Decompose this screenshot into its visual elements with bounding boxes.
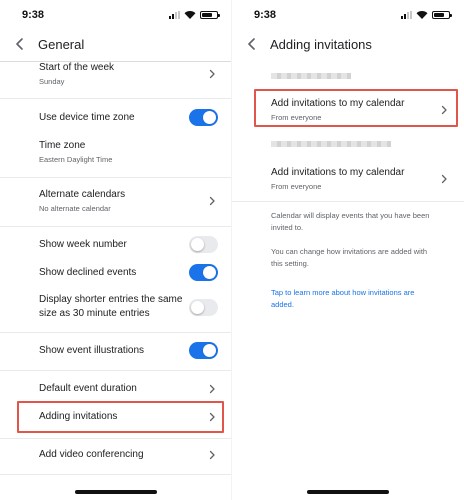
- divider: [0, 177, 232, 178]
- redacted-account-label: [271, 73, 351, 79]
- option-label: Add invitations to my calendar: [271, 167, 405, 178]
- home-indicator: [307, 490, 389, 494]
- wifi-icon: [184, 11, 196, 19]
- chevron-right-icon: [209, 450, 215, 460]
- setting-alternate-calendars[interactable]: Alternate calendars No alternate calenda…: [0, 187, 232, 219]
- adding-invitations-screen: 9:38 Adding invitations Add invitations …: [232, 0, 464, 500]
- chevron-right-icon: [209, 196, 215, 206]
- info-note-1-line2: invited to.: [271, 223, 304, 232]
- back-arrow-icon[interactable]: [244, 36, 260, 52]
- divider: [0, 226, 232, 227]
- battery-icon: [200, 10, 220, 19]
- page-title: Adding invitations: [270, 37, 372, 52]
- highlight-box: [254, 89, 458, 127]
- info-note-1: Calendar will display events that you ha…: [271, 210, 450, 234]
- setting-value: Sunday: [39, 77, 65, 86]
- setting-label: Time zone: [39, 140, 86, 151]
- setting-label: Add video conferencing: [39, 449, 144, 460]
- chevron-right-icon: [209, 384, 215, 394]
- info-note-2-line2: this setting.: [271, 259, 309, 268]
- divider: [0, 474, 232, 475]
- status-bar: 9:38: [0, 0, 232, 28]
- setting-time-zone[interactable]: Time zone Eastern Daylight Time: [0, 138, 232, 168]
- redacted-account-label: [271, 141, 391, 147]
- setting-use-device-time-zone[interactable]: Use device time zone: [0, 106, 232, 130]
- chevron-right-icon: [441, 174, 447, 184]
- setting-label: Default event duration: [39, 383, 137, 394]
- highlight-box: [17, 401, 224, 433]
- setting-value: Eastern Daylight Time: [39, 155, 113, 164]
- toggle-switch-on[interactable]: [189, 342, 218, 359]
- learn-more-link-line2[interactable]: added.: [271, 299, 450, 311]
- divider: [0, 98, 232, 99]
- toggle-switch-on[interactable]: [189, 264, 218, 281]
- general-settings-screen: 9:38 General Start of the week Sunday Us…: [0, 0, 232, 500]
- info-note-2-line1: You can change how invitations are added…: [271, 247, 428, 256]
- learn-more-link-line1[interactable]: Tap to learn more about how invitations …: [271, 287, 450, 299]
- setting-label: Start of the week: [39, 62, 115, 73]
- setting-display-shorter-entries[interactable]: Display shorter entries the same size as…: [0, 292, 232, 324]
- battery-icon: [432, 10, 452, 19]
- divider: [0, 438, 232, 439]
- setting-label: Use device time zone: [39, 112, 135, 123]
- setting-show-event-illustrations[interactable]: Show event illustrations: [0, 340, 232, 362]
- divider: [0, 370, 232, 371]
- setting-label: Alternate calendars: [39, 189, 126, 200]
- setting-label-line2: size as 30 minute entries: [39, 308, 150, 319]
- setting-default-event-duration[interactable]: Default event duration: [0, 378, 232, 400]
- home-indicator: [75, 490, 157, 494]
- toggle-switch-on[interactable]: [189, 109, 218, 126]
- info-note-2: You can change how invitations are added…: [271, 246, 450, 270]
- setting-add-video-conferencing[interactable]: Add video conferencing: [0, 444, 232, 466]
- cellular-signal-icon: [169, 10, 180, 19]
- app-bar: General: [0, 28, 232, 62]
- status-bar: 9:38: [232, 0, 464, 28]
- setting-label: Show event illustrations: [39, 345, 145, 356]
- option-value: From everyone: [271, 182, 322, 191]
- toggle-switch-off[interactable]: [189, 236, 218, 253]
- back-arrow-icon[interactable]: [12, 36, 28, 52]
- setting-label-line1: Display shorter entries the same: [39, 294, 183, 305]
- chevron-right-icon: [209, 69, 215, 79]
- toggle-switch-off[interactable]: [189, 299, 218, 316]
- setting-start-of-week[interactable]: Start of the week Sunday: [0, 60, 232, 98]
- cellular-signal-icon: [401, 10, 412, 19]
- divider: [0, 332, 232, 333]
- app-bar: Adding invitations: [232, 28, 464, 62]
- status-time: 9:38: [254, 9, 277, 21]
- info-note-1-line1: Calendar will display events that you ha…: [271, 211, 430, 220]
- page-title: General: [38, 37, 85, 52]
- setting-show-week-number[interactable]: Show week number: [0, 234, 232, 256]
- setting-label: Show week number: [39, 239, 127, 250]
- invitation-option-2[interactable]: Add invitations to my calendar From ever…: [232, 165, 464, 195]
- wifi-icon: [416, 11, 428, 19]
- status-icons: [169, 10, 220, 19]
- setting-label: Show declined events: [39, 267, 137, 278]
- status-time: 9:38: [22, 9, 45, 21]
- setting-value: No alternate calendar: [39, 204, 111, 213]
- setting-show-declined-events[interactable]: Show declined events: [0, 262, 232, 284]
- divider: [232, 201, 464, 202]
- status-icons: [401, 10, 452, 19]
- learn-more-link[interactable]: Tap to learn more about how invitations …: [271, 287, 450, 311]
